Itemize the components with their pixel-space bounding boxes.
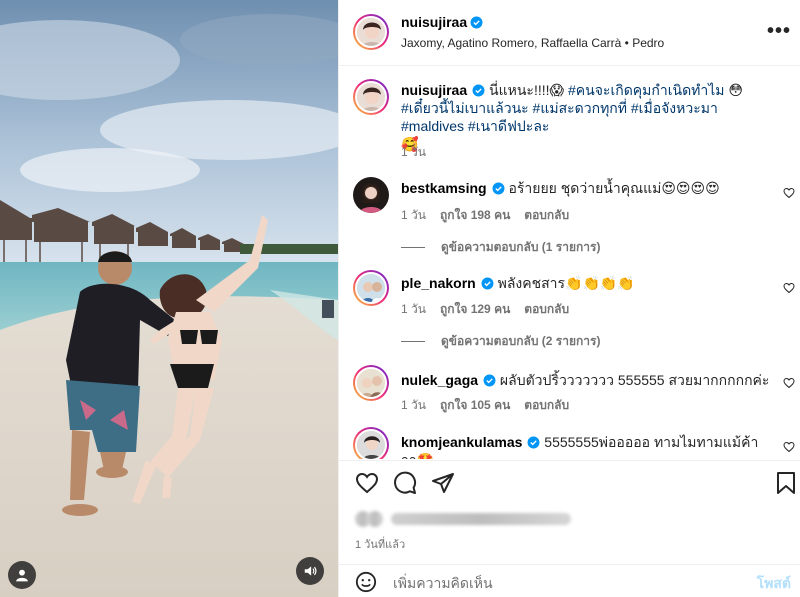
comment-text: อร้ายยย ชุดว่ายน้ำคุณแม่😍😍😍😍 [508,180,720,196]
like-comment-heart-icon[interactable] [783,377,795,389]
like-comment-heart-icon[interactable] [783,282,795,294]
speaker-icon [304,566,317,576]
hashtag-links[interactable]: #เดี๋ยวนี้ไม่เบาแล้วนะ #แม่สะดวกทุกที่ #… [401,100,718,134]
post-actions: 1 วันที่แล้ว [339,460,800,564]
like-comment-heart-icon[interactable] [783,441,795,453]
comment-meta: 1 วัน ถูกใจ 198 คน ตอบกลับ [401,206,583,225]
replies-divider [401,247,425,249]
comment-likes[interactable]: ถูกใจ 198 คน [440,208,510,222]
comment-text: ผลับตัวปริ้ววววววว 555555 สวยมากกกกกค่ะ [499,372,770,388]
post-side-panel: nuisujiraa Jaxomy, Agatino Romero, Raffa… [338,0,800,597]
emoji-icon[interactable] [355,571,377,593]
comment-time[interactable]: 1 วัน [401,398,426,412]
comment-icon[interactable] [393,471,417,495]
commenter-avatar[interactable] [353,177,389,213]
author-avatar[interactable] [353,14,389,50]
comment-text: พลังคชสาร👏👏👏👏 [497,275,635,291]
bookmark-icon[interactable] [775,471,797,495]
commenter-avatar[interactable] [353,427,389,459]
likes-summary[interactable] [355,511,571,527]
tagged-users-button[interactable] [8,561,36,589]
view-replies-button[interactable]: ดูข้อความตอบกลับ (2 รายการ) [401,332,600,351]
post-header: nuisujiraa Jaxomy, Agatino Romero, Raffa… [339,0,800,66]
caption-emoji-end: 🥰 [401,136,419,152]
liker-avatar-blurred [367,511,383,527]
reply-button[interactable]: ตอบกลับ [524,302,569,316]
post-time-ago[interactable]: 1 วันที่แล้ว [355,535,405,553]
add-comment-bar: เพิ่มความคิดเห็น โพสต์ [339,564,800,597]
commenter-username[interactable]: bestkamsing [401,180,487,196]
post-photo[interactable] [0,0,338,597]
caption-time[interactable]: 1 วัน [401,145,426,159]
caption-meta: 1 วัน [401,143,440,162]
comment-input[interactable]: เพิ่มความคิดเห็น [393,573,493,595]
comment-likes[interactable]: ถูกใจ 129 คน [440,302,510,316]
comment-likes[interactable]: ถูกใจ 105 คน [440,398,510,412]
author-username[interactable]: nuisujiraa [401,14,467,30]
heart-icon[interactable] [355,471,379,495]
comment-time[interactable]: 1 วัน [401,208,426,222]
view-replies-button[interactable]: ดูข้อความตอบกลับ (1 รายการ) [401,238,600,257]
commenter-username[interactable]: nulek_gaga [401,372,478,388]
verified-badge-icon [492,182,505,195]
commenter-avatar[interactable] [353,365,389,401]
user-tag-icon [16,569,28,582]
audio-info[interactable]: Jaxomy, Agatino Romero, Raffaella Carrà … [401,36,664,50]
replies-divider [401,341,425,343]
caption-text: นี่แหนะ!!!!😱 [489,82,568,98]
comment-meta: 1 วัน ถูกใจ 129 คน ตอบกลับ [401,300,583,319]
share-icon[interactable] [431,471,455,495]
verified-badge-icon [481,277,494,290]
beach-photo-illustration [0,0,338,597]
sound-toggle-button[interactable] [296,557,324,585]
caption-avatar[interactable] [353,79,389,115]
more-options-button[interactable]: ••• [767,21,791,41]
caption-username[interactable]: nuisujiraa [401,82,467,98]
commenter-username[interactable]: knomjeankulamas [401,434,522,450]
commenter-avatar[interactable] [353,270,389,306]
hashtag-link[interactable]: #คนจะเกิดคุมกำเนิดทำไม [568,82,725,98]
verified-badge-icon [470,16,483,29]
view-replies-label: ดูข้อความตอบกลับ (1 รายการ) [441,240,601,254]
caption-emoji: 😳 [724,82,744,98]
commenter-username[interactable]: ple_nakorn [401,275,476,291]
verified-badge-icon [483,374,496,387]
reply-button[interactable]: ตอบกลับ [524,398,569,412]
view-replies-label: ดูข้อความตอบกลับ (2 รายการ) [441,334,601,348]
reply-button[interactable]: ตอบกลับ [524,208,569,222]
comment-meta: 1 วัน ถูกใจ 105 คน ตอบกลับ [401,396,583,415]
like-comment-heart-icon[interactable] [783,187,795,199]
comment-time[interactable]: 1 วัน [401,302,426,316]
verified-badge-icon [527,436,540,449]
likes-text-blurred [391,513,571,525]
comments-list: nuisujiraa นี่แหนะ!!!!😱 #คนจะเกิดคุมกำเน… [339,67,800,459]
post-comment-button[interactable]: โพสต์ [757,573,791,595]
verified-badge-icon [472,84,485,97]
